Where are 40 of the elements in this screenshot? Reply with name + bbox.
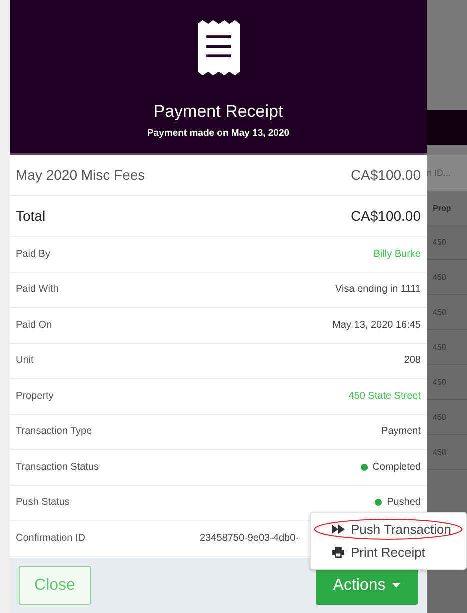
item-amount: CA$100.00: [350, 167, 421, 183]
detail-label: Transaction Status: [16, 462, 100, 473]
table-cell: 450: [427, 225, 467, 260]
detail-label: Paid With: [16, 284, 59, 296]
menu-item[interactable]: Print Receipt: [311, 541, 466, 564]
caret-icon: [392, 583, 401, 588]
item-label: May 2020 Misc Fees: [16, 167, 146, 183]
detail-value: Pushed: [387, 497, 421, 508]
fast-forward-icon: [332, 524, 345, 535]
table-cell: 450: [427, 260, 467, 295]
table-cell: 450: [427, 435, 467, 470]
total-amount: CA$100.00: [350, 208, 421, 224]
detail-label: Property: [16, 390, 54, 402]
total-label: Total: [16, 208, 46, 224]
detail-label: Paid On: [16, 320, 52, 331]
close-button[interactable]: Close: [19, 566, 91, 605]
detail-link[interactable]: 450 State Street: [348, 390, 421, 402]
detail-value: 23458750-9e03-4db0-: [200, 532, 299, 544]
detail-label: Confirmation ID: [16, 532, 86, 544]
detail-label: Transaction Type: [16, 426, 92, 438]
modal-subtitle: Payment made on May 13, 2020: [147, 128, 290, 139]
menu-item[interactable]: Push Transaction: [311, 518, 466, 541]
printer-icon: [332, 547, 345, 558]
detail-value: Completed: [372, 462, 421, 473]
detail-value: May 13, 2020 16:45: [332, 320, 421, 331]
detail-value: Payment: [382, 426, 421, 438]
table-cell: 450: [427, 330, 467, 365]
detail-link[interactable]: Billy Burke: [374, 248, 421, 260]
page-header-bar: [427, 110, 467, 145]
modal-title: Payment Receipt: [154, 102, 284, 122]
receipt-icon: [198, 20, 240, 76]
table-cell: 450: [427, 365, 467, 400]
detail-label: Push Status: [16, 497, 70, 508]
detail-value: 208: [404, 355, 421, 366]
column-header: Prop: [427, 191, 467, 225]
detail-label: Unit: [16, 355, 34, 366]
detail-label: Paid By: [16, 248, 50, 260]
table-cell: 450: [427, 400, 467, 435]
detail-value: Visa ending in 1111: [336, 284, 421, 296]
table-cell: 450: [427, 295, 467, 330]
